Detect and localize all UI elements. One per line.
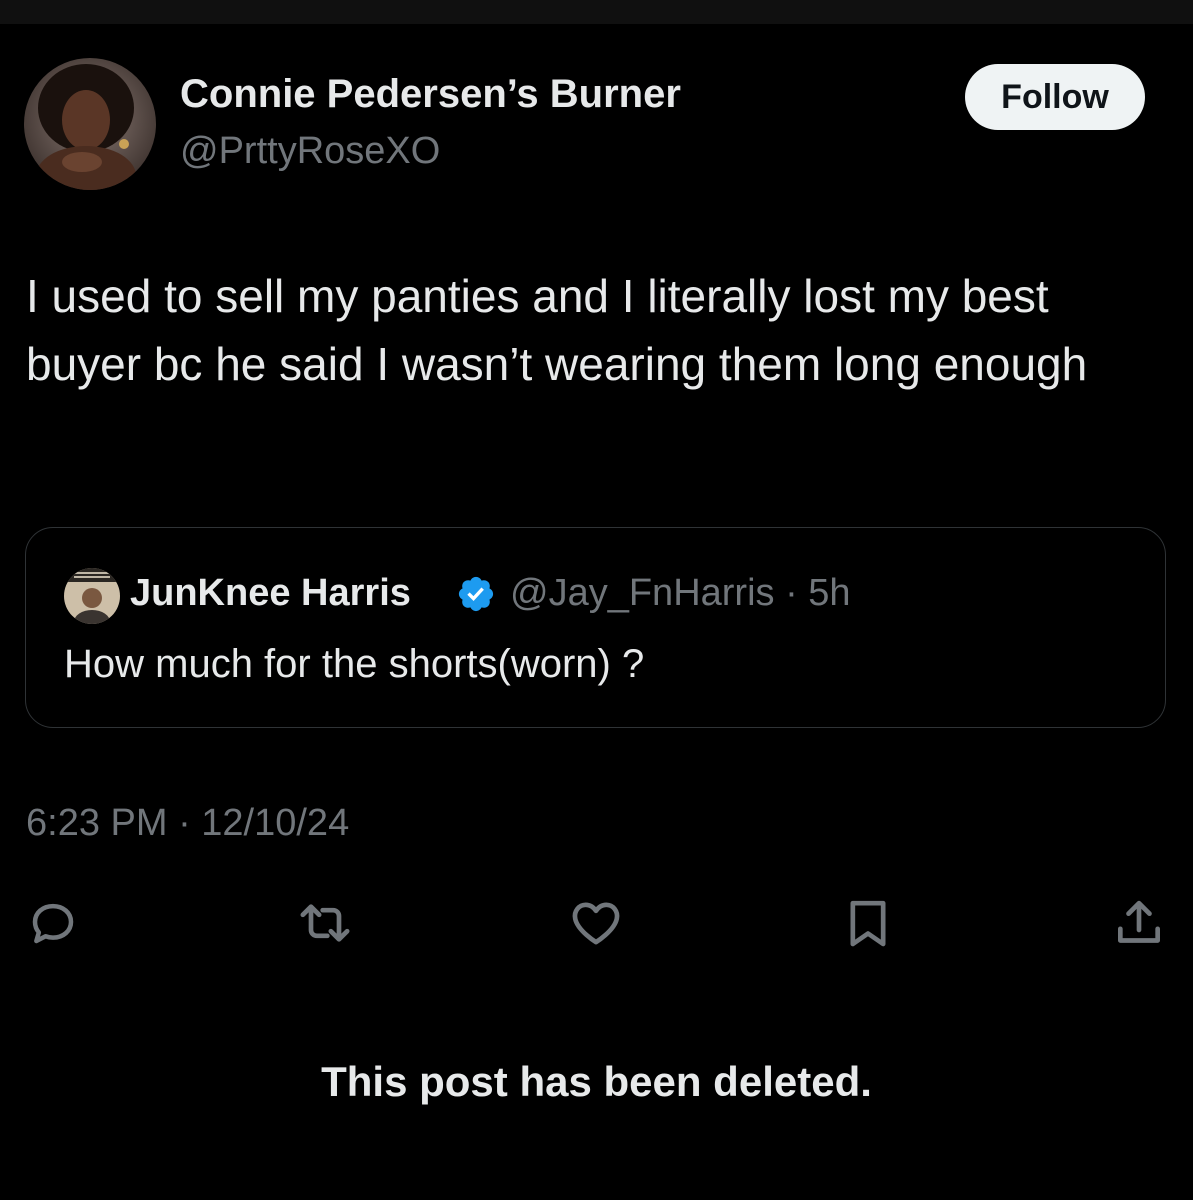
like-button[interactable] <box>567 894 625 952</box>
verified-badge-icon <box>458 576 494 612</box>
quoted-author-name: JunKnee Harris <box>130 572 411 614</box>
repost-icon <box>300 904 350 942</box>
reply-icon <box>32 903 74 944</box>
status-bar-strip <box>0 0 1193 24</box>
repost-button[interactable] <box>296 894 354 952</box>
deleted-post-notice: This post has been deleted. <box>321 1058 872 1105</box>
like-icon <box>572 902 620 945</box>
share-icon <box>1118 900 1160 943</box>
post-text: I used to sell my panties and I literall… <box>26 270 1088 390</box>
bookmark-button[interactable] <box>839 894 897 952</box>
quoted-post-card[interactable]: JunKnee Harris @Jay_FnHarris · 5h How mu… <box>25 527 1166 728</box>
bookmark-icon <box>850 900 886 947</box>
share-button[interactable] <box>1110 894 1168 952</box>
author-display-name[interactable]: Connie Pedersen’s Burner <box>180 72 681 117</box>
quoted-post-text: How much for the shorts(worn) ? <box>64 642 645 686</box>
author-avatar[interactable] <box>24 58 156 190</box>
quoted-profile-photo-icon <box>64 568 120 624</box>
post-timestamp[interactable]: 6:23 PM · 12/10/24 <box>26 802 349 845</box>
author-handle[interactable]: @PrttyRoseXO <box>180 130 440 173</box>
follow-button[interactable]: Follow <box>965 64 1145 130</box>
quoted-author-avatar <box>64 568 120 624</box>
profile-photo-icon <box>24 58 156 190</box>
reply-button[interactable] <box>24 894 82 952</box>
quoted-handle-and-time: @Jay_FnHarris · 5h <box>510 572 851 614</box>
